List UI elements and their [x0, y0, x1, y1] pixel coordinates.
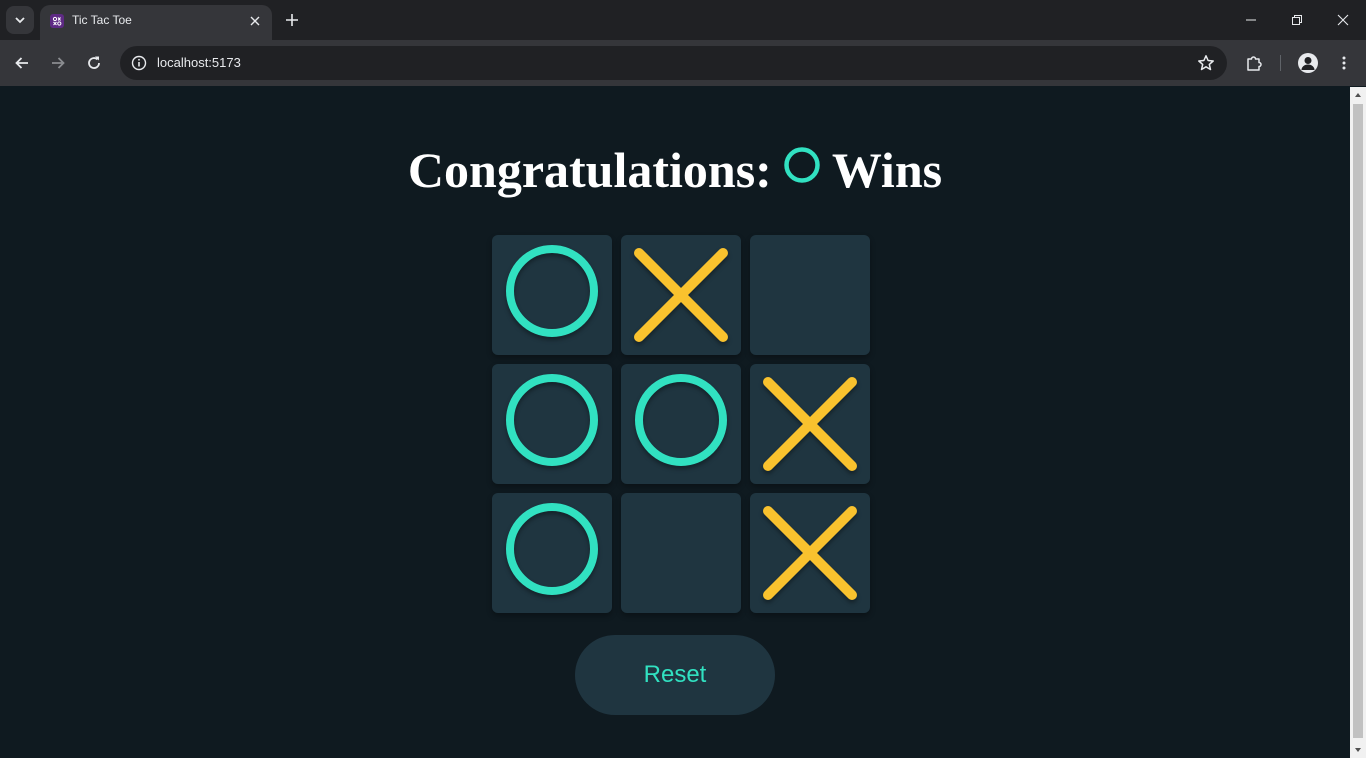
board-cell[interactable]	[492, 364, 612, 484]
chevron-down-icon	[15, 17, 25, 24]
forward-button[interactable]	[44, 49, 72, 77]
address-bar[interactable]: localhost:5173	[120, 46, 1227, 80]
cross-icon	[634, 248, 728, 342]
tab-close-button[interactable]	[246, 12, 264, 30]
new-tab-button[interactable]	[280, 8, 304, 32]
minimize-button[interactable]	[1228, 0, 1274, 40]
page-title: Congratulations: Wins	[0, 140, 1350, 200]
arrow-right-icon	[52, 57, 65, 69]
close-icon	[250, 16, 260, 26]
board-cell[interactable]	[750, 235, 870, 355]
board-cell[interactable]	[750, 364, 870, 484]
extensions-button[interactable]	[1240, 49, 1268, 77]
avatar-icon	[1298, 53, 1318, 73]
circle-icon	[506, 503, 598, 595]
close-window-button[interactable]	[1320, 0, 1366, 40]
reset-button[interactable]: Reset	[575, 635, 775, 715]
restore-button[interactable]	[1274, 0, 1320, 40]
toolbar-divider	[1280, 55, 1281, 71]
tab-strip: Tic Tac Toe	[0, 0, 1366, 40]
cross-icon	[763, 506, 857, 600]
info-icon	[131, 55, 147, 71]
board-cell[interactable]	[492, 493, 612, 613]
tab-search-button[interactable]	[6, 6, 34, 34]
plus-icon	[286, 14, 298, 26]
board-cell[interactable]	[621, 493, 741, 613]
close-icon	[1337, 14, 1349, 26]
active-tab[interactable]: Tic Tac Toe	[40, 5, 272, 40]
url-text[interactable]: localhost:5173	[157, 55, 241, 70]
circle-icon	[784, 147, 820, 183]
title-suffix: Wins	[831, 142, 943, 198]
site-info-button[interactable]	[128, 52, 150, 74]
menu-button[interactable]	[1330, 49, 1358, 77]
kebab-menu-icon	[1342, 56, 1346, 70]
minimize-icon	[1246, 19, 1256, 21]
board-cell[interactable]	[621, 235, 741, 355]
board-cell[interactable]	[621, 364, 741, 484]
browser-window: Tic Tac Toe localhost:5173 Congratulatio…	[0, 0, 1366, 758]
profile-button[interactable]	[1294, 49, 1322, 77]
cross-icon	[763, 377, 857, 471]
tab-title: Tic Tac Toe	[72, 13, 132, 27]
page-viewport: Congratulations: Wins Reset	[0, 87, 1350, 758]
scroll-thumb[interactable]	[1353, 104, 1363, 738]
board-cell[interactable]	[492, 235, 612, 355]
puzzle-icon	[1247, 56, 1262, 71]
favicon-icon	[50, 14, 64, 28]
restore-icon	[1292, 15, 1302, 25]
vertical-scrollbar[interactable]	[1350, 87, 1366, 758]
browser-toolbar: localhost:5173	[0, 40, 1366, 86]
back-button[interactable]	[8, 49, 36, 77]
reload-button[interactable]	[80, 49, 108, 77]
title-prefix: Congratulations:	[407, 142, 772, 198]
scroll-down-button[interactable]	[1350, 742, 1366, 758]
scroll-up-button[interactable]	[1350, 87, 1366, 103]
game-board	[492, 235, 870, 613]
triangle-down-icon	[1355, 748, 1361, 752]
circle-icon	[506, 245, 598, 337]
triangle-up-icon	[1355, 93, 1361, 97]
window-controls	[1228, 0, 1366, 40]
circle-icon	[635, 374, 727, 466]
bookmark-button[interactable]	[1195, 52, 1217, 74]
reload-icon	[88, 56, 100, 69]
star-icon	[1198, 55, 1214, 71]
circle-icon	[506, 374, 598, 466]
arrow-left-icon	[15, 57, 28, 69]
board-cell[interactable]	[750, 493, 870, 613]
